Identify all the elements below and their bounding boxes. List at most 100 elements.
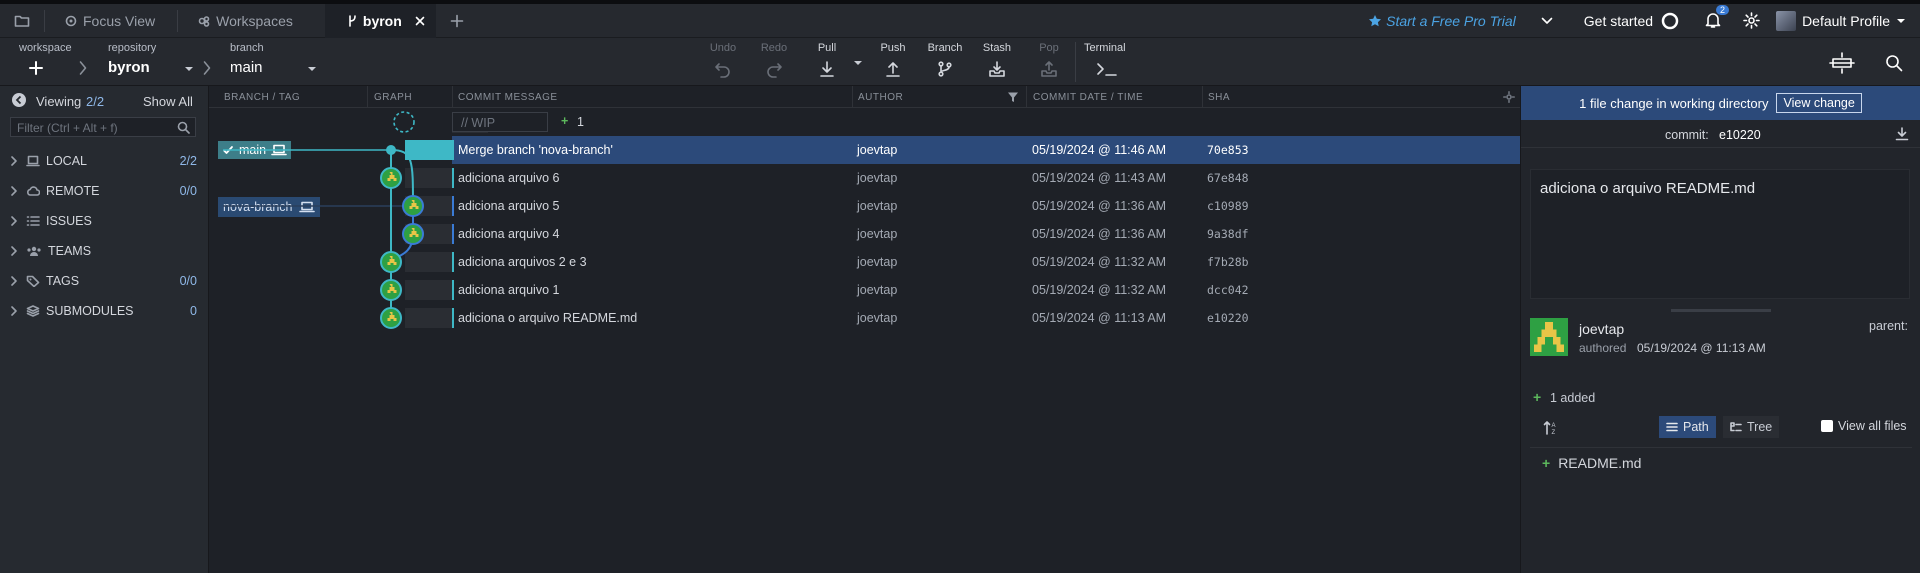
sidebar-item-tags[interactable]: TAGS 0/0 bbox=[0, 267, 209, 295]
commit-author: joevtap bbox=[857, 227, 898, 241]
redo-label: Redo bbox=[760, 42, 788, 54]
commit-sha: 9a38df bbox=[1207, 227, 1249, 241]
commit-author: joevtap bbox=[857, 255, 898, 269]
pop-label: Pop bbox=[1039, 42, 1059, 54]
sort-icon[interactable]: AZ bbox=[1543, 420, 1559, 436]
branch-selector[interactable]: main bbox=[230, 59, 263, 76]
caret-down-icon[interactable] bbox=[307, 64, 317, 74]
push-button[interactable]: Push bbox=[871, 42, 915, 78]
commit-date: 05/19/2024 @ 11:32 AM bbox=[1032, 283, 1167, 297]
caret-down-icon[interactable] bbox=[184, 64, 194, 74]
commit-sha[interactable]: e10220 bbox=[1719, 128, 1761, 142]
commit-date: 05/19/2024 @ 11:46 AM bbox=[1032, 143, 1167, 157]
commit-message-box[interactable]: adiciona o arquivo README.md bbox=[1530, 169, 1910, 299]
repository-selector[interactable]: byron bbox=[108, 59, 150, 76]
path-view-button[interactable]: Path bbox=[1659, 416, 1716, 438]
get-started-button[interactable]: Get started bbox=[1584, 12, 1679, 30]
undo-button[interactable]: Undo bbox=[701, 42, 745, 78]
header-sha[interactable]: SHA bbox=[1208, 92, 1230, 103]
branch-btn-label: Branch bbox=[927, 42, 963, 54]
commit-message: Merge branch 'nova-branch' bbox=[458, 143, 613, 157]
add-workspace-icon[interactable] bbox=[28, 60, 44, 76]
search-icon[interactable] bbox=[1885, 54, 1903, 72]
collapse-panel-icon[interactable] bbox=[12, 93, 26, 107]
chevron-down-icon[interactable] bbox=[1540, 14, 1554, 28]
sidebar-item-count: 0/0 bbox=[179, 274, 197, 288]
pro-trial-link[interactable]: Start a Free Pro Trial bbox=[1368, 13, 1516, 29]
chevron-right-icon bbox=[79, 61, 87, 75]
gear-icon[interactable] bbox=[1743, 12, 1760, 29]
resize-handle[interactable] bbox=[1671, 309, 1771, 312]
download-icon[interactable] bbox=[1895, 127, 1909, 141]
header-commit-message[interactable]: COMMIT MESSAGE bbox=[458, 92, 558, 103]
sidebar-item-local[interactable]: LOCAL 2/2 bbox=[0, 147, 209, 175]
filter-icon[interactable] bbox=[1007, 91, 1019, 103]
added-summary: 1 added bbox=[1550, 391, 1596, 405]
sidebar-item-submodules[interactable]: SUBMODULES 0 bbox=[0, 297, 209, 325]
commit-message: adiciona o arquivo README.md bbox=[458, 311, 638, 325]
pull-button[interactable]: Pull bbox=[805, 42, 849, 78]
cloud-icon bbox=[27, 186, 40, 196]
layout-toggle-icon[interactable] bbox=[1829, 52, 1855, 74]
commit-author: joevtap bbox=[857, 283, 898, 297]
file-row[interactable]: + README.md bbox=[1542, 455, 1641, 471]
branch-button[interactable]: Branch bbox=[923, 42, 967, 78]
pull-options-caret-icon[interactable] bbox=[853, 58, 863, 68]
commit-sha: dcc042 bbox=[1207, 283, 1249, 297]
commit-date: 05/19/2024 @ 11:43 AM bbox=[1032, 171, 1167, 185]
avatar bbox=[1776, 10, 1797, 31]
graph-lines bbox=[223, 145, 424, 329]
plus-icon bbox=[450, 14, 464, 27]
view-all-files-toggle[interactable]: View all files bbox=[1821, 419, 1907, 433]
header-commit-date[interactable]: COMMIT DATE / TIME bbox=[1033, 92, 1143, 103]
sidebar-item-teams[interactable]: TEAMS bbox=[0, 237, 209, 265]
tab-workspaces[interactable]: Workspaces bbox=[178, 4, 325, 38]
pull-label: Pull bbox=[817, 42, 837, 54]
chevron-right-icon bbox=[11, 246, 17, 256]
column-headers: BRANCH / TAG GRAPH COMMIT MESSAGE AUTHOR… bbox=[209, 86, 1520, 108]
commit-date: 05/19/2024 @ 11:13 AM bbox=[1032, 311, 1167, 325]
close-tab-icon[interactable] bbox=[414, 15, 426, 27]
folder-icon bbox=[14, 15, 30, 27]
wip-plus-icon: + bbox=[561, 114, 569, 128]
chevron-right-icon bbox=[11, 186, 17, 196]
new-tab-button[interactable] bbox=[436, 4, 478, 38]
tab-byron[interactable]: byron bbox=[324, 3, 436, 38]
branch-icon bbox=[938, 61, 952, 77]
sidebar-item-remote[interactable]: REMOTE 0/0 bbox=[0, 177, 209, 205]
header-branch-tag[interactable]: BRANCH / TAG bbox=[224, 92, 300, 103]
toolbar-divider bbox=[1075, 42, 1076, 82]
commit-author: joevtap bbox=[857, 199, 898, 213]
chevron-right-icon bbox=[203, 61, 211, 75]
notifications-button[interactable]: 2 bbox=[1705, 5, 1730, 29]
stash-button[interactable]: Stash bbox=[975, 42, 1019, 78]
redo-button[interactable]: Redo bbox=[752, 42, 796, 78]
header-graph[interactable]: GRAPH bbox=[374, 92, 412, 103]
filter-input-box[interactable]: Filter (Ctrl + Alt + f) bbox=[10, 117, 196, 137]
undo-icon bbox=[715, 63, 730, 78]
terminal-button[interactable]: Terminal bbox=[1084, 42, 1134, 78]
filter-input[interactable]: Filter (Ctrl + Alt + f) bbox=[17, 121, 118, 135]
toolbar: workspace repository byron branch main U… bbox=[0, 38, 1920, 86]
show-all-button[interactable]: Show All bbox=[143, 94, 193, 109]
viewing-label: Viewing bbox=[36, 94, 82, 109]
tab-focus-view[interactable]: Focus View bbox=[45, 4, 177, 38]
gear-icon[interactable] bbox=[1503, 91, 1515, 103]
stash-label: Stash bbox=[982, 42, 1012, 54]
pop-button[interactable]: Pop bbox=[1027, 42, 1071, 78]
progress-ring-icon bbox=[1661, 12, 1679, 29]
profile-menu[interactable]: Default Profile bbox=[1776, 10, 1906, 31]
branch-label-nova[interactable]: nova-branch bbox=[218, 197, 320, 217]
commit-author: joevtap bbox=[857, 171, 898, 185]
sidebar-item-issues[interactable]: ISSUES bbox=[0, 207, 209, 235]
identicon bbox=[1533, 321, 1565, 353]
folder-button[interactable] bbox=[0, 4, 44, 38]
tree-view-button[interactable]: Tree bbox=[1723, 416, 1780, 438]
wip-summary-input[interactable]: // WIP bbox=[452, 112, 548, 132]
view-all-checkbox[interactable] bbox=[1821, 420, 1833, 432]
tab-label: Focus View bbox=[83, 12, 156, 29]
chevron-right-icon bbox=[11, 156, 17, 166]
header-author[interactable]: AUTHOR bbox=[858, 92, 903, 103]
commit-message: adiciona arquivo 4 bbox=[458, 227, 560, 241]
view-change-button[interactable]: View change bbox=[1776, 93, 1862, 113]
